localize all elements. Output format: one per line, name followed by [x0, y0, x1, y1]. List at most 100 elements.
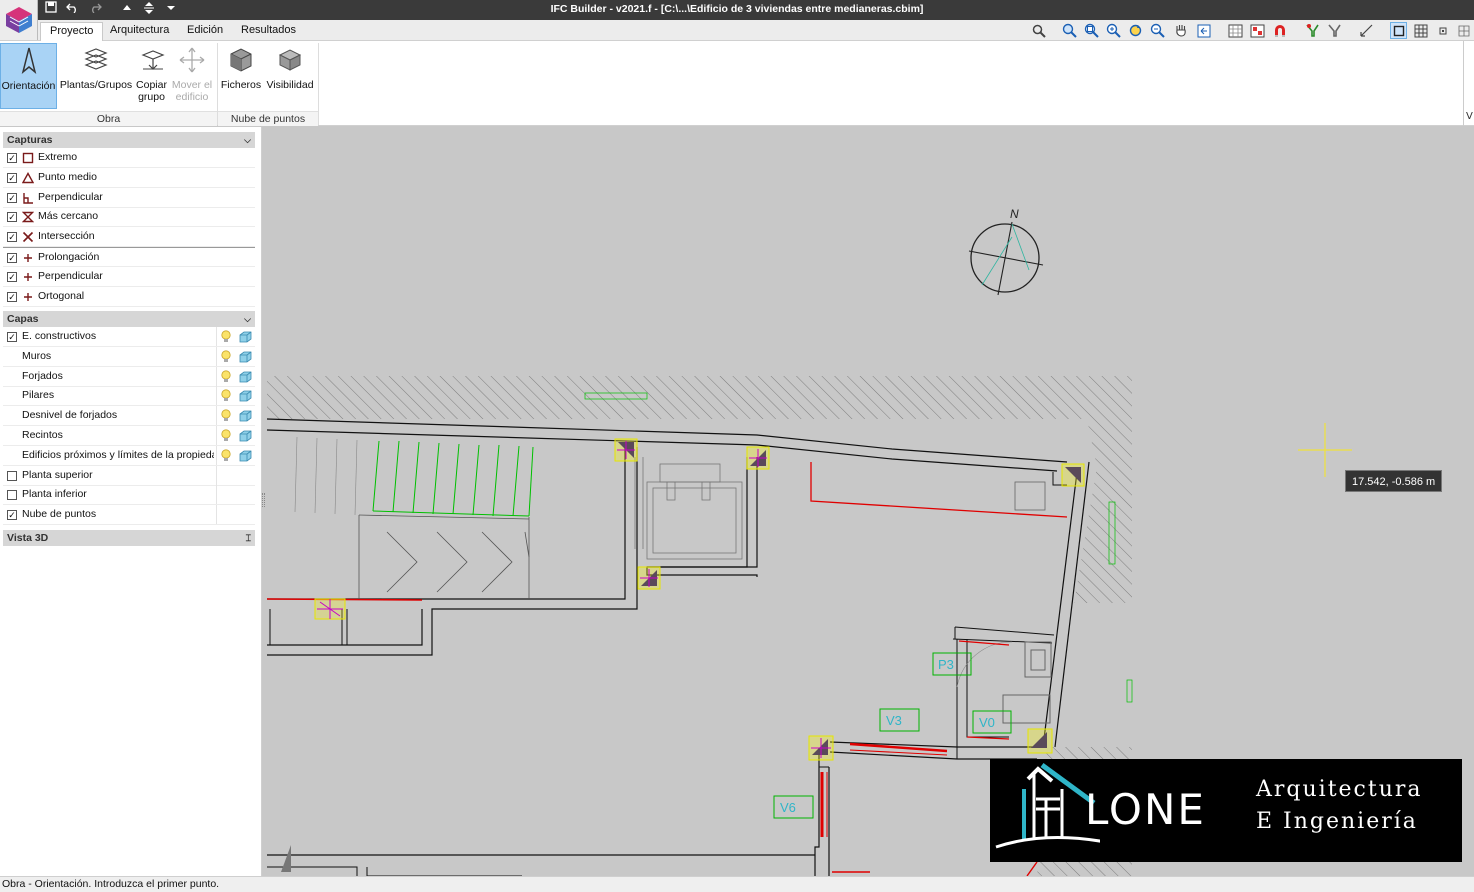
tab-proyecto[interactable]: Proyecto — [40, 22, 104, 41]
captura-checkbox[interactable]: ✓ — [7, 291, 17, 302]
layer-cube-icon[interactable] — [239, 450, 252, 462]
captura-item[interactable]: ✓ Extremo — [3, 148, 255, 168]
mover-edificio-button[interactable]: Mover el edificio — [170, 43, 214, 109]
tag-p3: P3 — [938, 657, 954, 672]
copiar-grupo-button[interactable]: Copiar grupo — [133, 43, 170, 109]
capa-item[interactable]: Forjados — [3, 366, 255, 387]
capa-label: Forjados — [22, 369, 63, 382]
zoom-window-icon[interactable] — [1061, 22, 1078, 39]
layer-cube-icon[interactable] — [239, 331, 252, 343]
floors-stack-icon — [84, 48, 108, 70]
boundary-text-mark — [1126, 679, 1133, 703]
triangle-snap-icon — [21, 171, 35, 184]
column-divider — [216, 426, 217, 445]
capa-item[interactable]: Pilares — [3, 386, 255, 407]
lightbulb-icon[interactable] — [220, 409, 232, 422]
section-capas[interactable]: Capas ⌵ — [3, 311, 255, 327]
ribbon-right-border — [1463, 41, 1464, 126]
plantas-grupos-button[interactable]: Plantas/Grupos — [59, 43, 133, 109]
column-divider — [216, 445, 217, 465]
orientacion-button[interactable]: Orientación — [0, 43, 57, 109]
ficheros-button[interactable]: Ficheros — [219, 43, 263, 109]
captura-item[interactable]: ✓ Punto medio — [3, 168, 255, 188]
zoom-all-icon[interactable] — [1083, 22, 1100, 39]
captura-checkbox[interactable]: ✓ — [7, 153, 17, 163]
measure-icon[interactable] — [1358, 22, 1375, 39]
search-icon[interactable] — [1030, 22, 1047, 39]
captura-checkbox[interactable]: ✓ — [7, 192, 17, 203]
layer-cube-icon[interactable] — [239, 390, 252, 402]
captura-item[interactable]: ✓ Más cercano — [3, 207, 255, 228]
status-bar: Obra - Orientación. Introduzca el primer… — [0, 876, 1474, 892]
captura-checkbox[interactable]: ✓ — [7, 253, 17, 263]
capa-item[interactable]: Desnivel de forjados — [3, 406, 255, 427]
previous-view-icon[interactable] — [1195, 22, 1212, 39]
captura-label: Intersección — [38, 230, 95, 243]
lightbulb-icon[interactable] — [220, 369, 232, 383]
ribbon-right-edge-label: V — [1466, 111, 1473, 122]
captura-item[interactable]: ✓ Intersección — [3, 227, 255, 248]
chevron-down-icon[interactable]: ⌵ — [244, 311, 251, 327]
layer-cube-icon[interactable] — [239, 351, 252, 363]
tab-resultados[interactable]: Resultados — [232, 22, 305, 41]
captura-checkbox[interactable]: ✓ — [7, 212, 17, 223]
capa-label: Pilares — [22, 389, 55, 402]
hourglass-snap-icon — [21, 211, 35, 223]
filter-green-icon[interactable] — [1304, 22, 1321, 39]
filter-icon[interactable] — [1326, 22, 1343, 39]
move-arrows-icon — [179, 47, 205, 73]
lightbulb-icon[interactable] — [220, 350, 232, 363]
captura-item[interactable]: ✓ Prolongación — [3, 247, 255, 267]
captura-label: Más cercano — [38, 210, 99, 223]
capa-item[interactable]: Edificios próximos y límites de la propi… — [3, 445, 255, 466]
capa-item[interactable]: ✓ Nube de puntos — [3, 505, 255, 526]
brand-house-logo-icon — [995, 762, 1100, 849]
plus-icon — [22, 252, 34, 264]
capa-checkbox[interactable] — [7, 470, 17, 481]
capa-item[interactable]: Recintos — [3, 426, 255, 446]
captura-checkbox[interactable]: ✓ — [7, 271, 17, 282]
panel-splitter-handle[interactable] — [262, 493, 265, 507]
zoom-in-icon[interactable] — [1105, 22, 1122, 39]
capa-item[interactable]: ✓ E. constructivos — [3, 327, 255, 347]
point-small-icon[interactable] — [1434, 22, 1451, 39]
layers-color-icon[interactable] — [1249, 22, 1266, 39]
lightbulb-icon[interactable] — [220, 330, 232, 343]
tab-edicion[interactable]: Edición — [178, 22, 232, 41]
section-capturas[interactable]: Capturas ⌵ — [3, 132, 255, 148]
refresh-view-icon[interactable] — [1127, 22, 1144, 39]
app-logo-icon[interactable] — [0, 0, 38, 40]
zoom-out-icon[interactable] — [1149, 22, 1166, 39]
capa-item[interactable]: Planta inferior — [3, 485, 255, 506]
captura-item[interactable]: ✓ Perpendicular — [3, 267, 255, 287]
layer-cube-icon[interactable] — [239, 430, 252, 442]
chevron-up-icon[interactable]: ⌶ — [246, 530, 251, 546]
magnet-snap-icon[interactable] — [1271, 22, 1288, 39]
captura-item[interactable]: ✓ Ortogonal — [3, 287, 255, 307]
captura-checkbox[interactable]: ✓ — [7, 172, 17, 183]
layer-cube-icon[interactable] — [239, 371, 252, 383]
copy-group-icon — [140, 50, 165, 70]
capa-checkbox[interactable] — [7, 490, 17, 501]
point-cloud-files-icon — [230, 48, 252, 72]
lightbulb-icon[interactable] — [220, 449, 232, 462]
capa-checkbox[interactable]: ✓ — [7, 510, 17, 521]
capa-item[interactable]: Muros — [3, 346, 255, 367]
capa-checkbox[interactable]: ✓ — [7, 332, 17, 342]
box-select-icon[interactable] — [1390, 22, 1407, 39]
captura-item[interactable]: ✓ Perpendicular — [3, 188, 255, 208]
lightbulb-icon[interactable] — [220, 389, 232, 402]
capa-item[interactable]: Planta superior — [3, 465, 255, 486]
section-vista3d[interactable]: Vista 3D ⌶ — [3, 530, 255, 546]
layer-cube-icon[interactable] — [239, 410, 252, 422]
pan-hand-icon[interactable] — [1172, 22, 1189, 39]
visibilidad-button[interactable]: Visibilidad — [264, 43, 316, 109]
grid-icon[interactable] — [1412, 22, 1429, 39]
grid-toggle-icon[interactable] — [1227, 22, 1244, 39]
captura-checkbox[interactable]: ✓ — [7, 232, 17, 243]
capa-label: Recintos — [22, 429, 63, 441]
tab-arquitectura[interactable]: Arquitectura — [101, 22, 178, 41]
chevron-down-icon[interactable]: ⌵ — [244, 132, 251, 148]
point-grid-icon[interactable] — [1455, 22, 1472, 39]
lightbulb-icon[interactable] — [220, 429, 232, 442]
